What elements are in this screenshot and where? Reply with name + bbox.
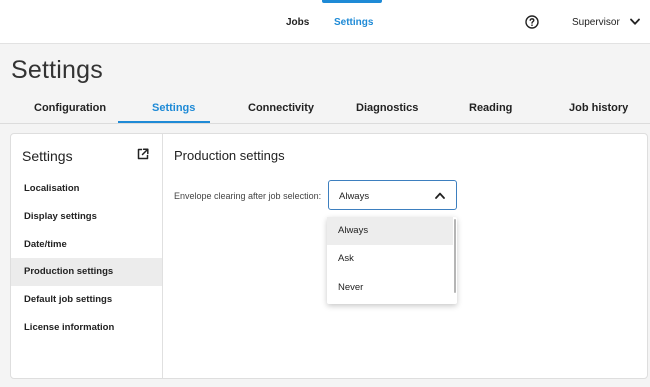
help-circle-icon[interactable] bbox=[525, 15, 539, 29]
tab-configuration[interactable]: Configuration bbox=[34, 102, 106, 114]
tab-diagnostics[interactable]: Diagnostics bbox=[356, 102, 418, 114]
section-title: Production settings bbox=[174, 148, 285, 163]
option-always[interactable]: Always bbox=[327, 217, 453, 245]
sidebar-title: Settings bbox=[22, 148, 73, 164]
topnav-active-indicator bbox=[322, 0, 382, 3]
tab-bar: Configuration Settings Connectivity Diag… bbox=[0, 96, 650, 124]
option-ask[interactable]: Ask bbox=[327, 245, 453, 273]
sidebar-item-localisation[interactable]: Localisation bbox=[11, 175, 162, 203]
topnav-settings[interactable]: Settings bbox=[334, 17, 373, 28]
settings-panel: Settings Localisation Display settings D… bbox=[10, 133, 648, 379]
tab-connectivity[interactable]: Connectivity bbox=[248, 102, 314, 114]
tab-job-history[interactable]: Job history bbox=[569, 102, 628, 114]
sidebar-item-production-settings[interactable]: Production settings bbox=[11, 258, 162, 286]
chevron-down-icon[interactable] bbox=[630, 18, 640, 26]
sidebar-item-display-settings[interactable]: Display settings bbox=[11, 203, 162, 231]
sidebar: Settings Localisation Display settings D… bbox=[11, 134, 163, 378]
top-bar: Jobs Settings Supervisor bbox=[0, 0, 650, 44]
envelope-clearing-label: Envelope clearing after job selection: bbox=[174, 191, 322, 201]
topnav-jobs[interactable]: Jobs bbox=[286, 17, 309, 28]
page-title: Settings bbox=[11, 56, 103, 84]
external-link-icon[interactable] bbox=[137, 148, 149, 160]
tab-active-underline bbox=[118, 121, 210, 123]
tab-reading[interactable]: Reading bbox=[469, 102, 512, 114]
envelope-clearing-options: Always Ask Never bbox=[327, 217, 457, 304]
user-menu-label[interactable]: Supervisor bbox=[572, 17, 620, 28]
sidebar-item-date-time[interactable]: Date/time bbox=[11, 231, 162, 259]
chevron-up-icon bbox=[435, 192, 445, 199]
dropdown-scrollbar[interactable] bbox=[454, 219, 456, 293]
sidebar-item-license-information[interactable]: License information bbox=[11, 314, 162, 342]
sidebar-item-default-job-settings[interactable]: Default job settings bbox=[11, 286, 162, 314]
option-never[interactable]: Never bbox=[327, 274, 453, 302]
envelope-clearing-select[interactable]: Always bbox=[328, 180, 457, 210]
tab-settings[interactable]: Settings bbox=[152, 102, 195, 114]
select-value: Always bbox=[339, 191, 370, 202]
